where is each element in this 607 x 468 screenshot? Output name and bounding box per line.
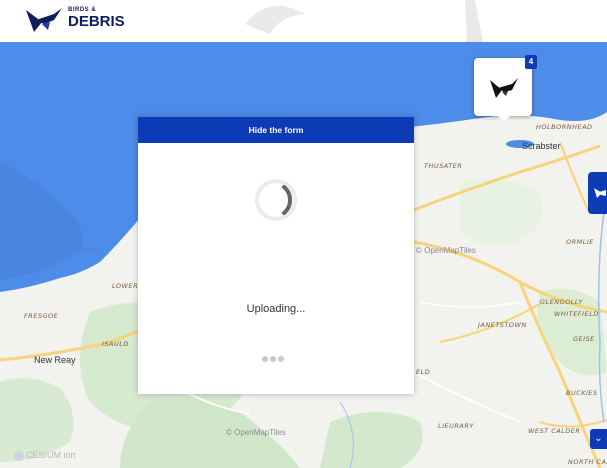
place-label-holbornhead: HOLBORNHEAD	[536, 123, 593, 131]
place-label-west-calder: WEST CALDER	[528, 427, 581, 435]
place-label-whitefield: WHITEFIELD	[554, 310, 599, 318]
upload-form-modal: Hide the form Uploading...	[138, 117, 414, 394]
place-label-new-reay: New Reay	[34, 355, 76, 365]
bird-tab-icon	[594, 188, 606, 198]
decorative-shape-icon	[465, 0, 483, 42]
cesium-logo-icon	[14, 450, 24, 461]
place-label-isauld: ISAULD	[102, 340, 129, 348]
place-label-north-calder: NORTH CAL	[568, 458, 607, 466]
map-marker[interactable]	[474, 58, 532, 122]
app-header: BIRDS & DEBRIS	[0, 0, 607, 42]
progress-dots	[262, 349, 292, 362]
brand-wordmark[interactable]: BIRDS & DEBRIS	[68, 7, 125, 29]
place-label-thusater: THUSATER	[424, 162, 463, 170]
map-attribution-sea: © OpenMapTiles	[40, 246, 100, 255]
cesium-ion-logo[interactable]: CESIUM ion	[14, 450, 76, 461]
place-label-eld: ELD	[416, 368, 431, 376]
place-label-ormlie: ORMLIE	[566, 238, 594, 246]
bird-logo-icon[interactable]	[24, 6, 64, 36]
decorative-bird-icon	[245, 6, 305, 34]
upload-status-text: Uploading...	[246, 303, 306, 315]
cesium-logo-text: CESIUM ion	[26, 450, 76, 460]
side-panel-tab[interactable]	[588, 172, 607, 214]
progress-dot	[278, 356, 284, 362]
place-label-glengolly: GLENGOLLY	[540, 298, 583, 306]
map-attribution-bottom: © OpenMapTiles	[226, 428, 286, 437]
chevron-down-icon[interactable]: ⌄	[590, 429, 607, 449]
place-label-fresgoe: FRESGOE	[24, 312, 59, 320]
marker-count-badge: 4	[525, 55, 537, 69]
brand-title: DEBRIS	[68, 13, 125, 30]
place-label-lieurary: LIEURARY	[438, 422, 474, 430]
place-label-janetstown: JANETSTOWN	[478, 321, 527, 329]
hide-form-button[interactable]: Hide the form	[138, 117, 414, 143]
place-label-buckies: BUCKIES	[566, 389, 598, 397]
loading-spinner-icon	[255, 179, 297, 221]
bird-marker-icon	[490, 78, 518, 98]
map-attribution-right: © OpenMapTiles	[416, 246, 476, 255]
place-label-geise: GEISE	[573, 335, 595, 343]
progress-dot	[262, 356, 268, 362]
place-label-scrabster: Scrabster	[522, 141, 561, 151]
progress-dot	[270, 356, 276, 362]
